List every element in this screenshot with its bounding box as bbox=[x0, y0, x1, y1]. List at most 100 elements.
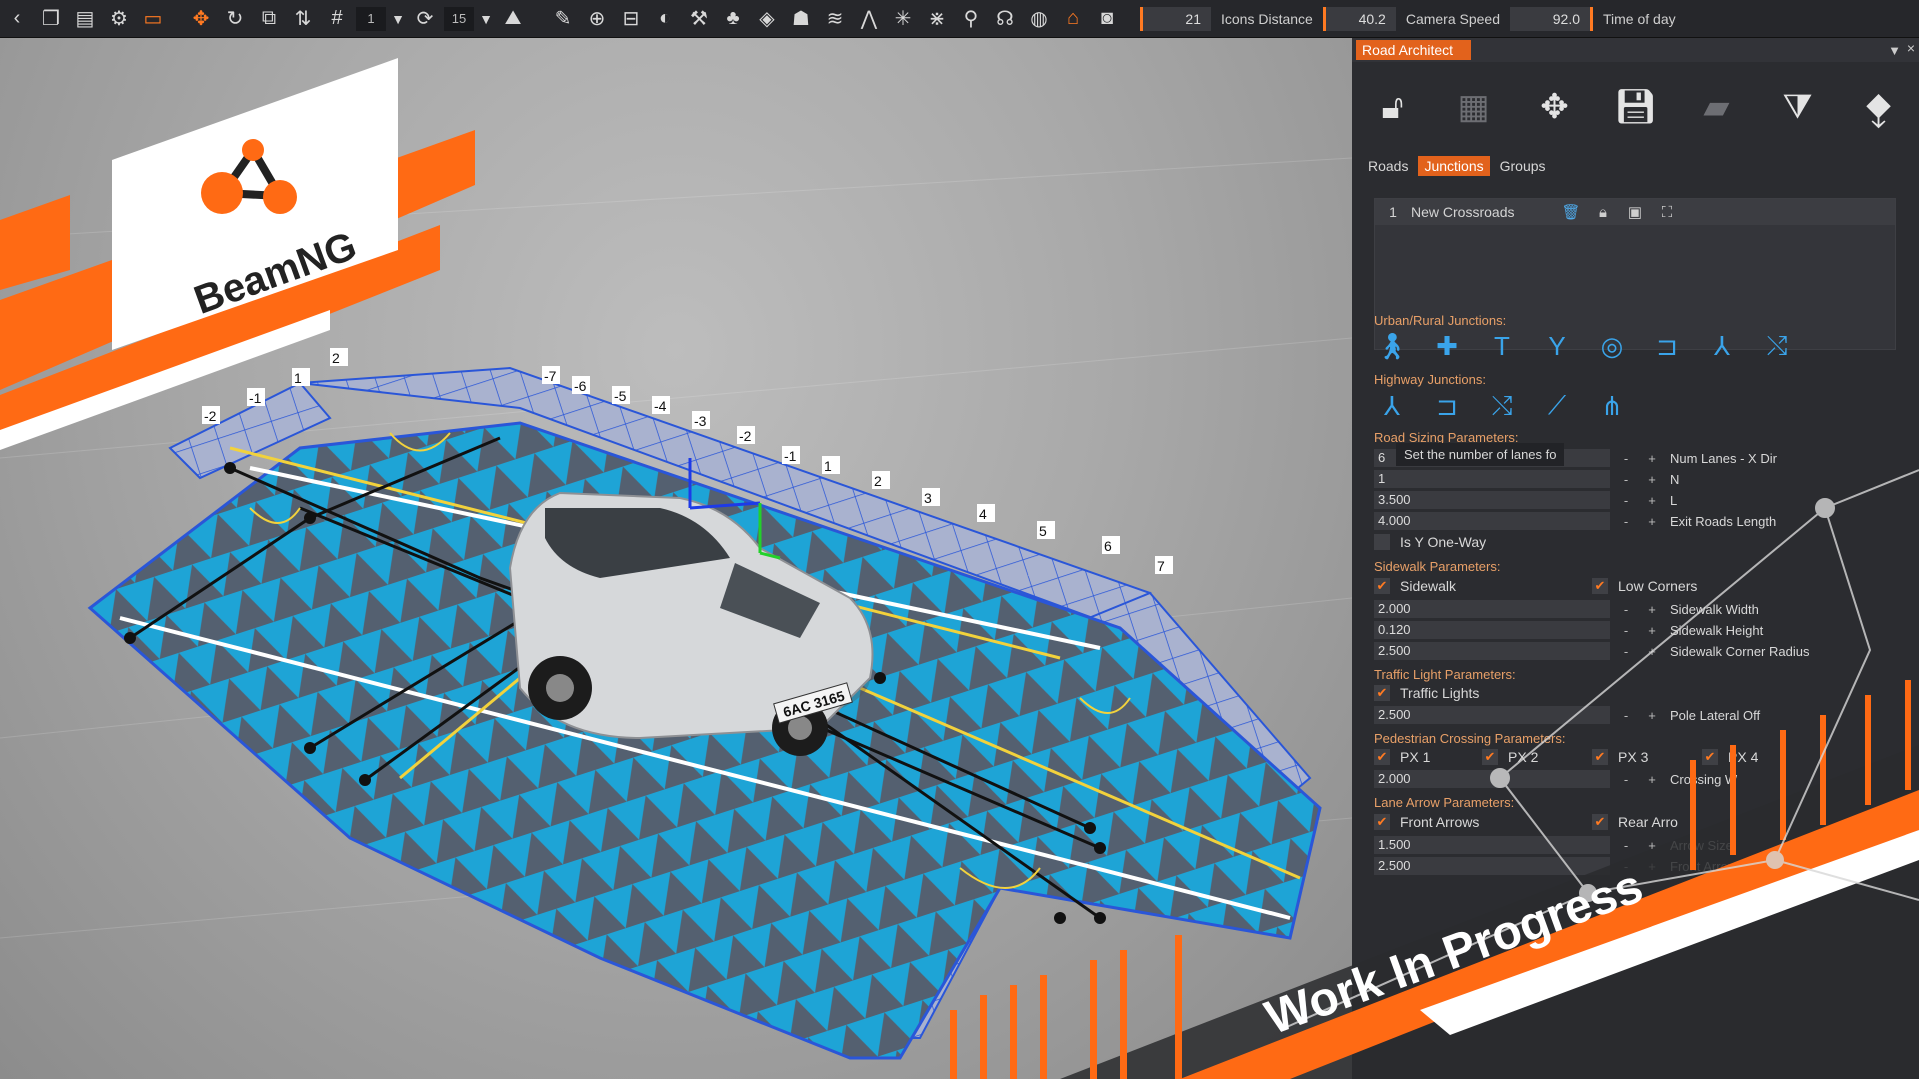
chevron-down-icon[interactable]: ▼ bbox=[388, 2, 408, 36]
decal-icon[interactable]: ◐ bbox=[648, 2, 682, 36]
front-arrow-distance-input[interactable]: 2.500 bbox=[1374, 857, 1610, 875]
nodes-icon[interactable]: ⋇ bbox=[920, 2, 954, 36]
chevron-down-icon[interactable]: ▼ bbox=[476, 2, 496, 36]
decrement-button[interactable]: - bbox=[1616, 838, 1636, 853]
arrow-size-input[interactable]: 1.500 bbox=[1374, 836, 1610, 854]
move-icon[interactable]: ✥ bbox=[184, 2, 218, 36]
scene-viewport[interactable]: 6AC 3165 -7 -6 -5 -4 -3 -2 -1 1 2 3 4 5 … bbox=[0, 38, 1352, 1079]
traffic-lights-checkbox[interactable]: ✔ Traffic Lights bbox=[1374, 685, 1479, 701]
car-garage-icon[interactable]: ⌂ bbox=[1056, 2, 1090, 36]
gear-icon[interactable]: ⚙ bbox=[102, 2, 136, 36]
highway-ramp-icon[interactable]: ⟋ bbox=[1539, 388, 1575, 424]
layers-icon[interactable]: ◈ bbox=[750, 2, 784, 36]
map-icon[interactable]: ◍ bbox=[1022, 2, 1056, 36]
rotate-step-field[interactable]: 15 bbox=[444, 6, 474, 31]
tab-roads[interactable]: Roads bbox=[1362, 156, 1414, 176]
merge-icon[interactable]: ⤭ bbox=[1759, 328, 1795, 364]
car-icon[interactable]: ▭ bbox=[136, 2, 170, 36]
check-icon[interactable]: ✔ bbox=[1702, 749, 1718, 765]
check-icon[interactable]: ✔ bbox=[1592, 749, 1608, 765]
rear-arrows-checkbox[interactable]: ✔ Rear Arro bbox=[1592, 814, 1678, 830]
decrement-button[interactable]: - bbox=[1616, 644, 1636, 659]
roundabout-icon[interactable]: ◎ bbox=[1594, 328, 1630, 364]
list-item[interactable]: 1 New Crossroads 🗑︎ 🔒︎ ▣ ⛶ bbox=[1375, 199, 1895, 225]
tab-groups[interactable]: Groups bbox=[1494, 156, 1552, 176]
save-icon[interactable]: ▣ bbox=[1619, 203, 1651, 221]
road-architect-icon[interactable]: ⋀ bbox=[852, 2, 886, 36]
grid-step-field[interactable]: 1 bbox=[356, 6, 386, 31]
plus-circle-icon[interactable]: ⊕ bbox=[580, 2, 614, 36]
increment-button[interactable]: + bbox=[1642, 514, 1662, 529]
sidewalk-checkbox[interactable]: ✔ Sidewalk bbox=[1374, 578, 1456, 594]
increment-button[interactable]: + bbox=[1642, 623, 1662, 638]
export-terrain-icon[interactable]: ⧩ bbox=[1773, 82, 1823, 132]
grid-off-icon[interactable]: ▦ bbox=[1449, 82, 1499, 132]
axis-icon[interactable]: ⇅ bbox=[286, 2, 320, 36]
lock-icon[interactable]: 🔒︎ bbox=[1587, 204, 1619, 221]
decrement-button[interactable]: - bbox=[1616, 602, 1636, 617]
crossing-width-input[interactable]: 2.000 bbox=[1374, 770, 1610, 788]
close-icon[interactable]: × bbox=[1907, 40, 1915, 56]
forest-icon[interactable]: ♣ bbox=[716, 2, 750, 36]
exit-roads-length-input[interactable]: 4.000 bbox=[1374, 512, 1610, 530]
increment-button[interactable]: + bbox=[1642, 451, 1662, 466]
focus-icon[interactable]: ⛶ bbox=[1651, 204, 1683, 221]
trash-icon[interactable]: 🗑︎ bbox=[1555, 203, 1587, 221]
dead-end-icon[interactable]: ⊐ bbox=[1649, 328, 1685, 364]
camera-icon[interactable]: ◙ bbox=[1090, 2, 1124, 36]
check-icon[interactable]: ✔ bbox=[1374, 749, 1390, 765]
sensor-icon[interactable]: ☊ bbox=[988, 2, 1022, 36]
increment-button[interactable]: + bbox=[1642, 859, 1662, 874]
road-icon[interactable]: ⊟ bbox=[614, 2, 648, 36]
px4-checkbox[interactable]: ✔ PX 4 bbox=[1702, 749, 1758, 765]
check-icon[interactable]: ✔ bbox=[1374, 685, 1390, 701]
px3-checkbox[interactable]: ✔ PX 3 bbox=[1592, 749, 1648, 765]
increment-button[interactable]: + bbox=[1642, 644, 1662, 659]
decrement-button[interactable]: - bbox=[1616, 859, 1636, 874]
pin-icon[interactable]: ⚲ bbox=[954, 2, 988, 36]
grid-icon[interactable]: # bbox=[320, 2, 354, 36]
check-icon[interactable]: ✔ bbox=[1482, 749, 1498, 765]
check-icon[interactable]: ✔ bbox=[1374, 814, 1390, 830]
checkbox[interactable] bbox=[1374, 534, 1390, 550]
folder-icon[interactable]: ▰ bbox=[1692, 82, 1742, 132]
lane-width-input[interactable]: 3.500 bbox=[1374, 491, 1610, 509]
increment-button[interactable]: + bbox=[1642, 472, 1662, 487]
increment-button[interactable]: + bbox=[1642, 772, 1662, 787]
one-way-checkbox[interactable]: Is Y One-Way bbox=[1374, 534, 1486, 550]
check-icon[interactable]: ✔ bbox=[1592, 578, 1608, 594]
camera-speed-field[interactable]: 40.2 bbox=[1325, 6, 1396, 31]
sidewalk-height-input[interactable]: 0.120 bbox=[1374, 621, 1610, 639]
paint-icon[interactable]: ⚒ bbox=[682, 2, 716, 36]
copy-icon[interactable]: ❐ bbox=[34, 2, 68, 36]
low-corners-checkbox[interactable]: ✔ Low Corners bbox=[1592, 578, 1697, 594]
time-of-day-field[interactable]: 92.0 bbox=[1510, 6, 1590, 31]
px2-checkbox[interactable]: ✔ PX 2 bbox=[1482, 749, 1538, 765]
lightning-icon[interactable]: ✳ bbox=[886, 2, 920, 36]
decrement-button[interactable]: - bbox=[1616, 623, 1636, 638]
pencil-icon[interactable]: ✎ bbox=[546, 2, 580, 36]
rotate-icon[interactable]: ↻ bbox=[218, 2, 252, 36]
t-junction-icon[interactable]: T bbox=[1484, 328, 1520, 364]
px1-checkbox[interactable]: ✔ PX 1 bbox=[1374, 749, 1430, 765]
sidewalk-width-input[interactable]: 2.000 bbox=[1374, 600, 1610, 618]
decrement-button[interactable]: - bbox=[1616, 451, 1636, 466]
increment-button[interactable]: + bbox=[1642, 838, 1662, 853]
increment-button[interactable]: + bbox=[1642, 708, 1662, 723]
chevron-left-icon[interactable]: ‹ bbox=[0, 2, 34, 36]
increment-button[interactable]: + bbox=[1642, 602, 1662, 617]
terrain-icon[interactable]: ⛰ bbox=[496, 2, 530, 36]
fork-icon[interactable]: ⅄ bbox=[1704, 328, 1740, 364]
pole-offset-input[interactable]: 2.500 bbox=[1374, 706, 1610, 724]
front-arrows-checkbox[interactable]: ✔ Front Arrows bbox=[1374, 814, 1479, 830]
decrement-button[interactable]: - bbox=[1616, 708, 1636, 723]
highway-fork-icon[interactable]: ⅄ bbox=[1374, 388, 1410, 424]
icons-distance-field[interactable]: 21 bbox=[1143, 6, 1211, 31]
rotate-snap-icon[interactable]: ⟳ bbox=[408, 2, 442, 36]
decrement-button[interactable]: - bbox=[1616, 472, 1636, 487]
decrement-button[interactable]: - bbox=[1616, 493, 1636, 508]
highway-loop-icon[interactable]: ⊐ bbox=[1429, 388, 1465, 424]
tab-junctions[interactable]: Junctions bbox=[1418, 156, 1490, 176]
move-arrows-icon[interactable]: ✥ bbox=[1530, 82, 1580, 132]
crossroads-icon[interactable]: ✚ bbox=[1429, 328, 1465, 364]
